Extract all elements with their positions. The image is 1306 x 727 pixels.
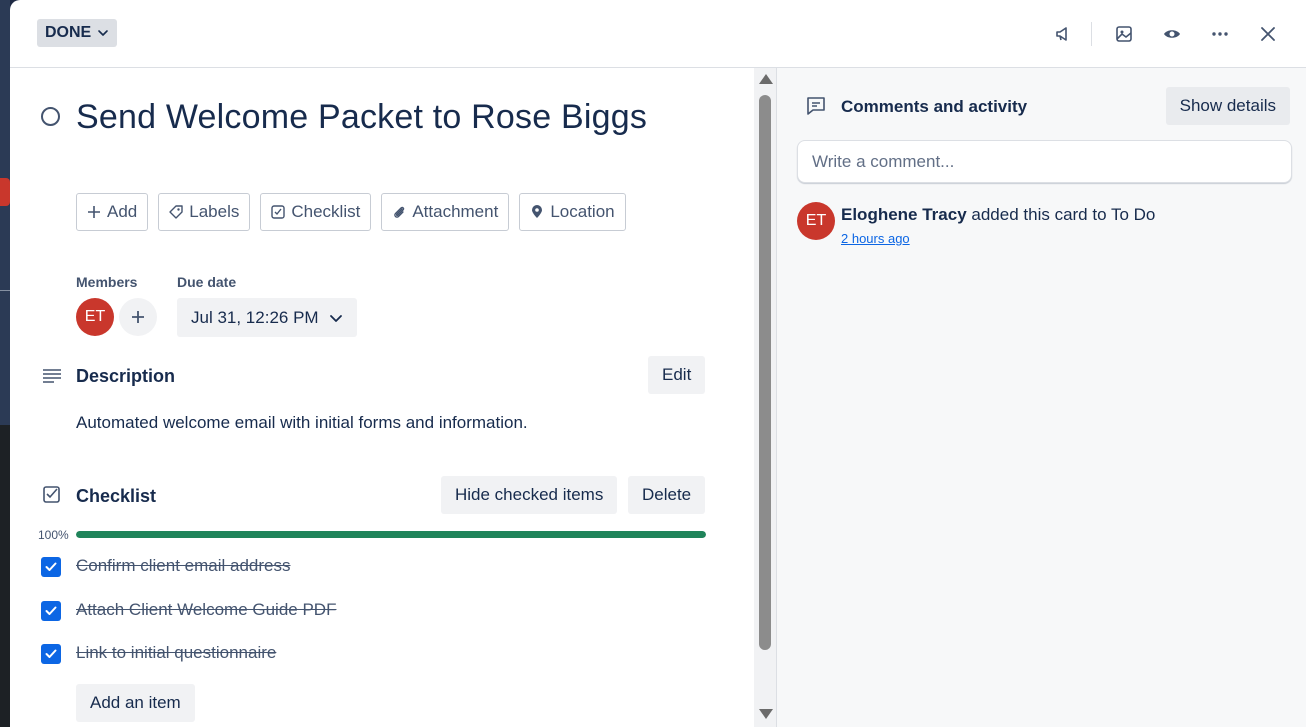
add-button-label: Add [107,202,138,221]
show-details-button[interactable]: Show details [1165,87,1290,125]
due-date-label: Due date [177,274,237,290]
delete-checklist-button[interactable]: Delete [628,476,706,514]
activity-action: added this card to To Do [966,205,1156,224]
activity-timestamp-link[interactable]: 2 hours ago [841,231,910,246]
hide-checked-items-button[interactable]: Hide checked items [441,476,618,514]
comment-input[interactable] [797,140,1292,183]
comments-icon [807,97,825,115]
scrollbar-thumb[interactable] [759,95,771,650]
modal-header: DONE [10,0,1306,68]
activity-avatar[interactable]: ET [797,202,835,240]
due-date-button[interactable]: Jul 31, 12:26 PM [177,298,357,337]
list-status-button[interactable]: DONE [37,19,118,47]
checklist-item: Attach Client Welcome Guide PDF [41,597,336,625]
add-member-button[interactable] [119,298,157,336]
labels-button-label: Labels [189,202,240,221]
board-divider [0,290,10,291]
add-button[interactable]: Add [76,193,149,231]
checklist-item-checkbox[interactable] [41,557,61,577]
attachment-button[interactable]: Attachment [381,193,510,231]
description-title: Description [76,366,176,386]
checklist-icon [271,205,286,219]
checklist-item-text[interactable]: Confirm client email address [76,556,290,576]
activity-user[interactable]: Eloghene Tracy [841,205,967,224]
card-main-panel: Send Welcome Packet to Rose Biggs Add La… [10,68,776,727]
attachment-button-label: Attachment [412,202,499,221]
checkmark-icon [45,606,57,615]
add-checklist-item-button[interactable]: Add an item [76,684,195,722]
checkmark-icon [45,649,57,658]
plus-icon [88,206,100,218]
card-actions: Add Labels Checklist Attachment Location [76,193,626,231]
scroll-down-arrow-icon[interactable] [759,709,773,719]
comments-panel: Comments and activity Show details ET El… [776,68,1306,727]
plus-icon [132,311,144,323]
due-date-value: Jul 31, 12:26 PM [191,307,319,327]
eye-icon[interactable] [1156,18,1188,50]
card-title[interactable]: Send Welcome Packet to Rose Biggs [76,98,647,137]
status-label: DONE [45,24,92,41]
megaphone-icon[interactable] [1047,18,1079,50]
tag-icon [169,205,183,219]
checkmark-icon [45,562,57,571]
paperclip-icon [394,206,405,218]
checklist-percent: 100% [38,528,69,542]
location-pin-icon [532,205,543,218]
checklist-button-label: Checklist [291,202,361,221]
close-icon[interactable] [1252,18,1284,50]
board-card-edge [0,178,10,206]
chevron-down-icon [98,30,109,36]
complete-toggle[interactable] [41,107,60,126]
activity-entry: Eloghene Tracy added this card to To Do [841,205,1155,225]
comments-title: Comments and activity [841,97,1028,116]
location-button[interactable]: Location [519,193,626,231]
checklist-item-checkbox[interactable] [41,601,61,621]
scroll-up-arrow-icon[interactable] [759,74,773,84]
edit-description-button[interactable]: Edit [648,356,706,394]
member-avatar[interactable]: ET [76,298,114,336]
scrollbar[interactable] [754,68,776,727]
checklist-progress-fill [76,531,706,538]
checklist-item: Confirm client email address [41,553,290,581]
checklist-title: Checklist [76,486,157,506]
more-icon[interactable] [1204,18,1236,50]
labels-button[interactable]: Labels [158,193,251,231]
header-divider [1091,22,1092,46]
members-label: Members [76,274,138,290]
checklist-item: Link to initial questionnaire [41,640,276,668]
location-button-label: Location [550,202,615,221]
header-actions [1031,18,1284,50]
description-text[interactable]: Automated welcome email with initial for… [76,413,528,433]
board-dark-area [0,425,10,727]
checklist-item-text[interactable]: Attach Client Welcome Guide PDF [76,600,336,620]
checklist-item-text[interactable]: Link to initial questionnaire [76,643,276,663]
checklist-item-checkbox[interactable] [41,644,61,664]
image-icon[interactable] [1108,18,1140,50]
checklist-progress-bar [76,531,706,538]
card-detail-modal: DONE Send Welcome Packet to Rose Biggs A… [10,0,1306,727]
checklist-button[interactable]: Checklist [260,193,372,231]
description-icon [43,369,61,383]
board-background [0,0,10,727]
chevron-down-icon [329,314,342,322]
checklist-section-icon [43,486,60,503]
